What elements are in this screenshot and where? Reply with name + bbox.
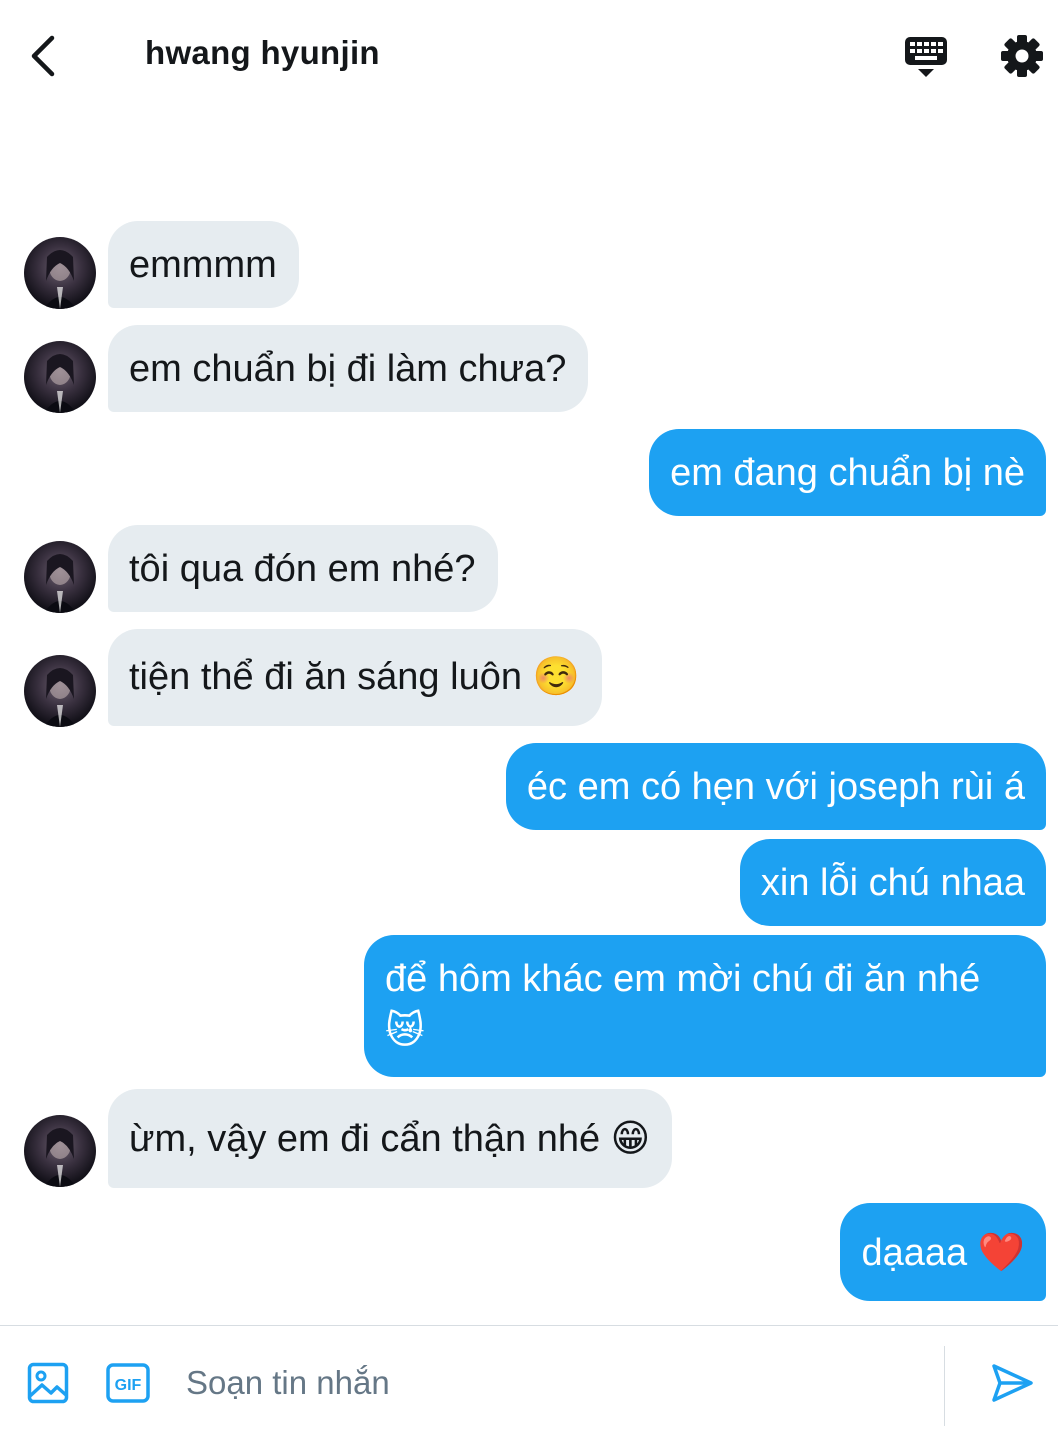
message-composer: GIF — [0, 1325, 1058, 1429]
image-icon — [27, 1362, 69, 1404]
message-input[interactable] — [184, 1354, 928, 1412]
message-bubble-incoming[interactable]: ừm, vậy em đi cẩn thận nhé 😁 — [108, 1089, 673, 1188]
contact-avatar[interactable] — [24, 1115, 96, 1187]
conversation-header: hwang hyunjin — [0, 0, 1058, 112]
contact-avatar[interactable] — [24, 541, 96, 613]
chevron-left-icon — [31, 35, 55, 77]
message-bubble-incoming[interactable]: tôi qua đón em nhé? — [108, 525, 498, 612]
keyboard-shortcuts-button[interactable] — [902, 30, 950, 82]
send-icon — [992, 1364, 1033, 1402]
composer-divider — [944, 1346, 945, 1426]
gif-icon: GIF — [106, 1363, 150, 1403]
settings-button[interactable] — [998, 30, 1046, 82]
conversation-title[interactable]: hwang hyunjin — [145, 34, 380, 72]
message-bubble-outgoing[interactable]: để hôm khác em mời chú đi ăn nhé 😿 — [364, 935, 1046, 1077]
add-media-button[interactable] — [27, 1362, 69, 1409]
gif-label: GIF — [115, 1377, 142, 1394]
add-gif-button[interactable]: GIF — [106, 1363, 150, 1408]
message-bubble-incoming[interactable]: emmmm — [108, 221, 299, 308]
message-bubble-incoming[interactable]: em chuẩn bị đi làm chưa? — [108, 325, 589, 412]
contact-avatar[interactable] — [24, 341, 96, 413]
back-button[interactable] — [22, 30, 70, 82]
message-bubble-incoming[interactable]: tiện thể đi ăn sáng luôn ☺️ — [108, 629, 602, 726]
message-bubble-outgoing[interactable]: éc em có hẹn với joseph rùi á — [505, 743, 1046, 830]
gear-icon — [1001, 35, 1043, 77]
contact-avatar[interactable] — [24, 655, 96, 727]
message-bubble-outgoing[interactable]: em đang chuẩn bị nè — [649, 429, 1046, 516]
send-button[interactable] — [990, 1362, 1034, 1409]
message-bubble-outgoing[interactable]: dạaaa ❤️ — [840, 1203, 1046, 1301]
keyboard-icon — [905, 37, 947, 77]
contact-avatar[interactable] — [24, 237, 96, 309]
message-bubble-outgoing[interactable]: xin lỗi chú nhaa — [739, 839, 1046, 926]
